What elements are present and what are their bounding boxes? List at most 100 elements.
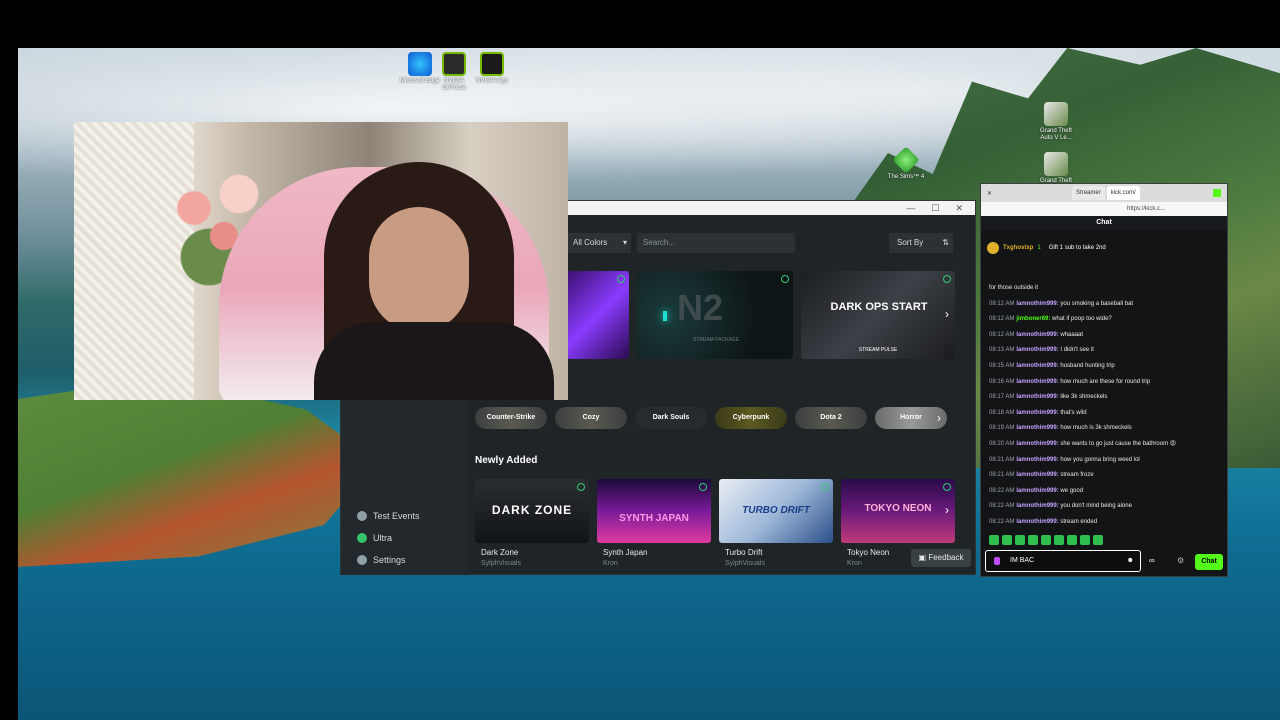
verified-badge-icon [577,483,585,491]
template-author[interactable]: Kron [847,560,862,567]
maximize-icon[interactable]: ☐ [931,203,939,214]
message-username[interactable]: lamnothim999: [1016,301,1058,307]
close-icon[interactable]: ✕ [955,203,963,214]
featured-card-n2[interactable]: N2 STREAM PACKAGE [637,271,793,359]
message-username[interactable]: lamnothim999: [1016,425,1058,431]
message-text: how you gonna bring weed lol [1060,456,1140,463]
minimize-icon[interactable]: — [906,203,915,213]
edge-icon [408,52,432,76]
pinned-text: Gift 1 sub to take 2nd [1048,245,1106,251]
template-name[interactable]: Dark Zone [481,548,518,557]
card-art-title: TOKYO NEON [864,503,932,514]
template-author[interactable]: SylphVisuals [481,560,521,567]
desktop-icon-gta-2[interactable]: Grand Theft [1034,152,1078,185]
emote-icon[interactable] [1028,535,1038,545]
microphone-icon [994,557,1000,565]
desktop-icon-nvidia-app[interactable]: NVIDIA App [470,52,514,85]
category-chip-cozy[interactable]: Cozy [555,407,627,429]
featured-card-dark-ops[interactable]: DARK OPS START STREAM PULSE › [801,271,955,359]
category-chip-dark-souls[interactable]: Dark Souls [635,407,707,429]
emoji-picker-icon[interactable]: ☻ [1127,551,1134,571]
sidebar-item-test-events[interactable]: Test Events [357,511,420,521]
sims-plumbob-icon [892,146,920,174]
chat-message: 08:12 AM lamnothim999: you smoking a base… [989,297,1223,313]
desktop-icon-sims[interactable]: The Sims™ 4 [884,146,928,181]
message-username[interactable]: lamnothim999: [1016,394,1058,400]
address-bar[interactable]: https://kick.c... [981,202,1227,216]
card-art-subtitle: STREAM PACKAGE [693,337,740,343]
message-username[interactable]: lamnothim999: [1016,410,1058,416]
tab-kick[interactable]: kick.com/ [1106,186,1140,200]
chat-message: 08:16 AM lamnothim999: how much are these… [989,375,1223,391]
emote-icon[interactable] [1054,535,1064,545]
newly-added-card-synth-japan[interactable]: SYNTH JAPAN [597,479,711,543]
verified-badge-icon [821,483,829,491]
color-filter-select[interactable]: All Colors ▾ [567,233,631,253]
message-username[interactable]: lamnothim999: [1016,503,1058,509]
category-chip-cyberpunk[interactable]: Cyberpunk [715,407,787,429]
emote-icon[interactable] [1041,535,1051,545]
message-username[interactable]: lamnothim999: [1016,379,1058,385]
gta-icon [1044,102,1068,126]
chip-scroll-next-icon[interactable]: › [937,411,941,425]
sidebar-item-ultra[interactable]: Ultra [357,533,392,543]
send-chat-button[interactable]: Chat [1195,554,1223,570]
featured-card-purple[interactable] [567,271,629,359]
chat-input[interactable]: IM BAC ☻ [985,550,1141,572]
emote-icon[interactable] [1080,535,1090,545]
message-timestamp: 08:15 AM [989,362,1015,369]
newly-added-card-dark-zone[interactable]: DARK ZONE [475,479,589,543]
newly-added-card-turbo-drift[interactable]: TURBO DRIFT [719,479,833,543]
sort-by-button[interactable]: Sort By ⇅ [889,233,953,253]
tab-close-icon[interactable]: ✕ [987,190,992,197]
webcam-person-face [369,207,469,332]
message-username[interactable]: lamnothim999: [1016,457,1058,463]
template-author[interactable]: Kron [603,560,618,567]
gift-coin-icon [987,242,999,254]
emote-icon[interactable] [1015,535,1025,545]
pinned-user[interactable]: Txghostxp [1003,245,1033,251]
template-author[interactable]: SylphVisuals [725,560,765,567]
sort-label: Sort By [897,238,924,247]
template-name[interactable]: Tokyo Neon [847,548,889,557]
newly-added-card-tokyo-neon[interactable]: TOKYO NEON › [841,479,955,543]
message-username[interactable]: lamnothim999: [1016,347,1058,353]
infinity-icon[interactable]: ∞ [1149,556,1155,565]
emote-icon[interactable] [1093,535,1103,545]
message-username[interactable]: lamnothim999: [1016,519,1058,525]
carousel-next-icon[interactable]: › [945,503,949,517]
feedback-button[interactable]: ▣ Feedback [911,549,971,567]
sidebar-item-settings[interactable]: Settings [357,555,406,565]
chevron-down-icon: ▾ [622,238,627,247]
message-text: you smoking a baseball bat [1060,300,1134,307]
message-username[interactable]: lamnothim999: [1016,441,1058,447]
template-name[interactable]: Synth Japan [603,548,647,557]
message-username[interactable]: lamnothim999: [1016,332,1058,338]
message-text: that's wild [1060,409,1087,416]
message-username[interactable]: jimboner69: [1016,316,1050,322]
emote-icon[interactable] [1067,535,1077,545]
carousel-next-icon[interactable]: › [945,307,949,321]
emote-icon[interactable] [989,535,999,545]
gear-icon[interactable]: ⚙ [1177,556,1184,565]
message-text: what if poop too wide? [1052,316,1112,323]
search-input[interactable]: Search... [637,233,795,253]
card-art-title: DARK ZONE [491,503,573,517]
tab-streamer[interactable]: Streamer [1072,186,1105,200]
desktop-icon-gta[interactable]: Grand Theft Auto V Le... [1034,102,1078,142]
message-text: how much are these for round trip [1060,378,1151,385]
chat-message: 08:21 AM lamnothim999: stream froze [989,468,1223,484]
sidebar-item-label: Test Events [373,511,420,521]
message-username[interactable]: lamnothim999: [1016,363,1058,369]
message-timestamp: 08:18 AM [989,409,1015,416]
chat-message: 08:22 AM lamnothim999: stream ended [989,515,1223,531]
chat-message: for those outside it [989,281,1223,297]
verified-badge-icon [781,275,789,283]
kick-chat-browser: ✕ Streamer kick.com/ https://kick.c... C… [980,183,1228,577]
template-name[interactable]: Turbo Drift [725,548,763,557]
message-username[interactable]: lamnothim999: [1016,488,1058,494]
message-username[interactable]: lamnothim999: [1016,472,1058,478]
emote-icon[interactable] [1002,535,1012,545]
category-chip-dota-2[interactable]: Dota 2 [795,407,867,429]
category-chip-counter-strike[interactable]: Counter-Strike [475,407,547,429]
